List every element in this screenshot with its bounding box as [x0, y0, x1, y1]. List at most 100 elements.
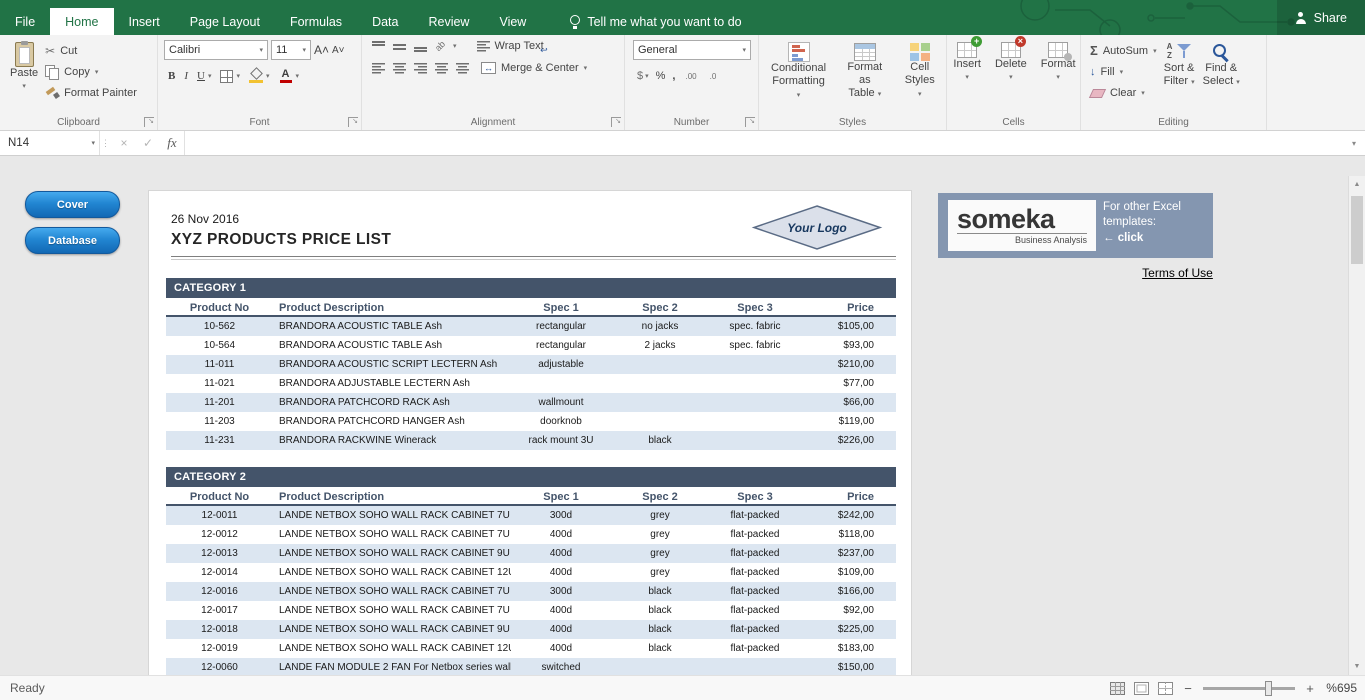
table-cell[interactable]: $66,00 — [801, 393, 896, 412]
cover-nav-button[interactable]: Cover — [25, 191, 120, 218]
table-cell[interactable]: 12-0016 — [166, 582, 273, 601]
table-cell[interactable] — [611, 412, 709, 431]
table-cell[interactable]: rectangular — [511, 336, 611, 355]
table-cell[interactable] — [709, 355, 801, 374]
find-select-button[interactable]: Find & Select ▾ — [1199, 40, 1244, 91]
database-nav-button[interactable]: Database — [25, 227, 120, 254]
dialog-launcher-icon[interactable]: ↘ — [348, 117, 358, 127]
table-cell[interactable]: 400d — [511, 601, 611, 620]
category-header[interactable]: CATEGORY 1 — [166, 278, 896, 298]
table-row[interactable]: 12-0019LANDE NETBOX SOHO WALL RACK CABIN… — [166, 639, 896, 658]
page-layout-view-icon[interactable] — [1134, 682, 1149, 695]
table-cell[interactable]: $242,00 — [801, 506, 896, 525]
table-cell[interactable]: $92,00 — [801, 601, 896, 620]
formula-input[interactable] — [184, 131, 1343, 155]
table-cell[interactable]: $166,00 — [801, 582, 896, 601]
name-box[interactable]: N14 ▾ — [0, 131, 100, 155]
table-cell[interactable]: grey — [611, 525, 709, 544]
table-cell[interactable]: BRANDORA ACOUSTIC SCRIPT LECTERN Ash — [273, 355, 511, 374]
table-cell[interactable]: rack mount 3U — [511, 431, 611, 450]
underline-button[interactable]: U — [197, 70, 205, 82]
accounting-format-icon[interactable]: $ — [637, 70, 643, 82]
orientation-icon[interactable]: ab — [433, 39, 447, 53]
cell-styles-button[interactable]: Cell Styles ▾ — [898, 41, 942, 103]
table-cell[interactable]: 12-0014 — [166, 563, 273, 582]
percent-style-button[interactable]: % — [656, 70, 666, 82]
table-cell[interactable]: $183,00 — [801, 639, 896, 658]
table-cell[interactable]: no jacks — [611, 317, 709, 336]
table-cell[interactable]: $210,00 — [801, 355, 896, 374]
cancel-entry-button[interactable]: × — [112, 131, 136, 155]
tab-review[interactable]: Review — [413, 8, 484, 35]
scroll-up-icon[interactable]: ▲ — [1349, 176, 1365, 193]
grow-font-button[interactable]: A˄ — [314, 43, 329, 57]
table-cell[interactable]: $118,00 — [801, 525, 896, 544]
category-header[interactable]: CATEGORY 2 — [166, 467, 896, 487]
dialog-launcher-icon[interactable]: ↘ — [611, 117, 621, 127]
font-family-select[interactable]: Calibri ▾ — [164, 40, 268, 60]
font-size-select[interactable]: 11 ▾ — [271, 40, 311, 60]
table-cell[interactable]: $105,00 — [801, 317, 896, 336]
wrap-text-button[interactable]: ↩ Wrap Text — [477, 40, 544, 52]
table-cell[interactable]: 12-0018 — [166, 620, 273, 639]
table-cell[interactable] — [611, 658, 709, 675]
align-right-icon[interactable] — [414, 63, 427, 74]
autosum-button[interactable]: Σ AutoSum ▾ — [1087, 40, 1160, 61]
table-cell[interactable]: LANDE NETBOX SOHO WALL RACK CABINET 7U — [273, 582, 511, 601]
insert-cells-button[interactable]: Insert ▾ — [949, 40, 985, 86]
tab-insert[interactable]: Insert — [114, 8, 175, 35]
tab-file[interactable]: File — [0, 8, 50, 35]
table-cell[interactable]: wallmount — [511, 393, 611, 412]
table-cell[interactable]: 12-0060 — [166, 658, 273, 675]
table-cell[interactable] — [709, 431, 801, 450]
decrease-decimal-button[interactable]: .0 — [707, 72, 720, 81]
table-row[interactable]: 11-231BRANDORA RACKWINE Winerackrack mou… — [166, 431, 896, 450]
table-cell[interactable]: 12-0019 — [166, 639, 273, 658]
vertical-scrollbar[interactable]: ▲ ▼ — [1348, 176, 1365, 675]
zoom-in-button[interactable]: + — [1304, 681, 1316, 696]
table-cell[interactable]: BRANDORA ACOUSTIC TABLE Ash — [273, 317, 511, 336]
share-button[interactable]: Share — [1277, 0, 1365, 35]
table-cell[interactable]: black — [611, 582, 709, 601]
table-cell[interactable]: 11-201 — [166, 393, 273, 412]
table-cell[interactable]: LANDE NETBOX SOHO WALL RACK CABINET 12U — [273, 639, 511, 658]
table-cell[interactable] — [511, 374, 611, 393]
increase-indent-icon[interactable] — [456, 63, 469, 74]
number-format-select[interactable]: General ▾ — [633, 40, 751, 60]
table-cell[interactable]: spec. fabric — [709, 317, 801, 336]
table-cell[interactable]: 300d — [511, 506, 611, 525]
zoom-slider-thumb[interactable] — [1265, 681, 1272, 696]
zoom-slider[interactable] — [1203, 687, 1295, 690]
zoom-level[interactable]: %695 — [1325, 681, 1357, 695]
merge-center-button[interactable]: ↔ Merge & Center ▾ — [481, 62, 587, 74]
terms-of-use-link[interactable]: Terms of Use — [1130, 266, 1225, 280]
tab-page-layout[interactable]: Page Layout — [175, 8, 275, 35]
table-row[interactable]: 11-021BRANDORA ADJUSTABLE LECTERN Ash$77… — [166, 374, 896, 393]
align-middle-icon[interactable] — [393, 41, 406, 52]
table-cell[interactable]: flat-packed — [709, 601, 801, 620]
name-box-splitter[interactable]: ⋮ — [100, 131, 112, 155]
increase-decimal-button[interactable]: .00 — [682, 72, 699, 81]
table-row[interactable]: 11-011BRANDORA ACOUSTIC SCRIPT LECTERN A… — [166, 355, 896, 374]
italic-button[interactable]: I — [184, 70, 188, 82]
clear-button[interactable]: Clear ▾ — [1087, 82, 1160, 103]
font-color-icon[interactable]: A — [279, 69, 293, 83]
table-cell[interactable]: doorknob — [511, 412, 611, 431]
fill-button[interactable]: ↓ Fill ▾ — [1087, 61, 1160, 82]
table-cell[interactable]: adjustable — [511, 355, 611, 374]
table-cell[interactable]: grey — [611, 544, 709, 563]
table-row[interactable]: 11-201BRANDORA PATCHCORD RACK Ashwallmou… — [166, 393, 896, 412]
table-row[interactable]: 10-562BRANDORA ACOUSTIC TABLE Ashrectang… — [166, 317, 896, 336]
table-cell[interactable]: LANDE NETBOX SOHO WALL RACK CABINET 7U — [273, 525, 511, 544]
scrollbar-thumb[interactable] — [1351, 196, 1363, 264]
table-cell[interactable]: BRANDORA RACKWINE Winerack — [273, 431, 511, 450]
table-cell[interactable]: grey — [611, 506, 709, 525]
align-left-icon[interactable] — [372, 63, 385, 74]
conditional-formatting-button[interactable]: Conditional Formatting ▾ — [765, 40, 832, 104]
table-row[interactable]: 12-0012LANDE NETBOX SOHO WALL RACK CABIN… — [166, 525, 896, 544]
zoom-out-button[interactable]: − — [1182, 681, 1194, 696]
table-cell[interactable]: 11-231 — [166, 431, 273, 450]
table-cell[interactable]: LANDE NETBOX SOHO WALL RACK CABINET 9U — [273, 544, 511, 563]
table-cell[interactable]: $226,00 — [801, 431, 896, 450]
table-cell[interactable] — [611, 393, 709, 412]
